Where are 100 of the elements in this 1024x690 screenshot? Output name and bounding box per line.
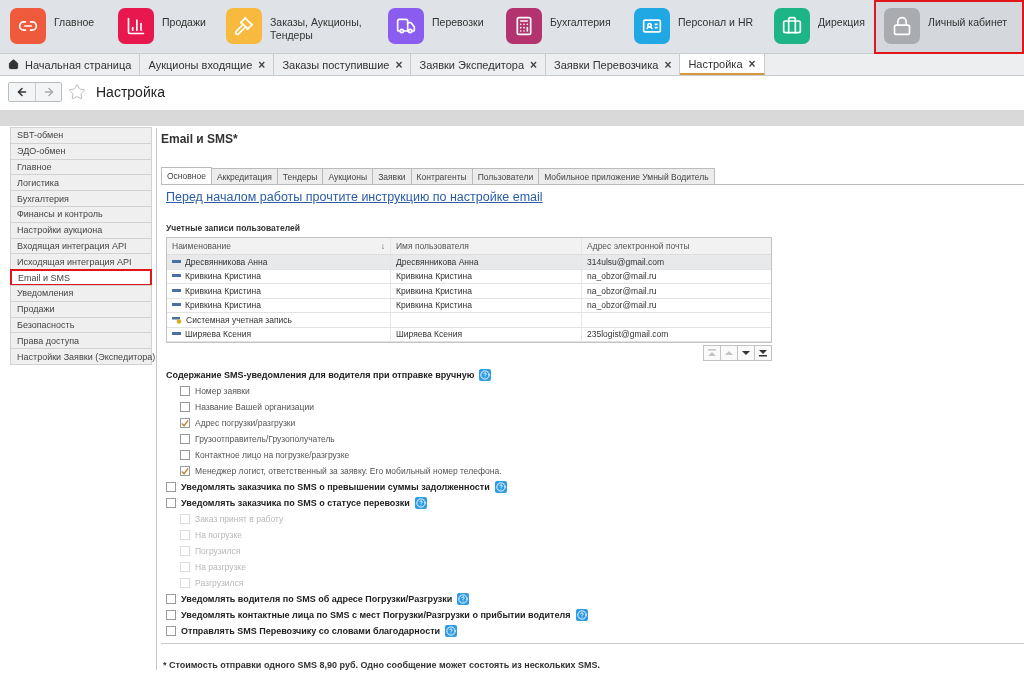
table-cell: Дресвянникова Анна xyxy=(185,256,268,267)
down-arrow-icon xyxy=(741,349,751,357)
table-cell: Кривкина Кристина xyxy=(396,300,472,311)
help-icon[interactable] xyxy=(494,481,507,493)
form-tab[interactable]: Контрагенты xyxy=(410,168,473,184)
section-tile[interactable]: Бухгалтерия xyxy=(496,0,624,54)
help-icon[interactable] xyxy=(479,369,492,381)
star-icon[interactable] xyxy=(68,83,86,101)
back-button[interactable] xyxy=(9,83,35,101)
section-label: Заказы, Аукционы, Тендеры xyxy=(270,15,363,42)
checkbox[interactable] xyxy=(166,626,176,636)
table-row[interactable]: Дресвянникова Анна Дресвянникова Анна 314ulsu@gmail.com xyxy=(167,255,771,270)
checkbox-label: Грузоотправитель/Грузополучатель xyxy=(195,434,335,444)
section-label: Личный кабинет xyxy=(928,15,1007,29)
checkbox[interactable] xyxy=(180,418,190,428)
section-tile[interactable]: Продажи xyxy=(108,0,216,54)
page-tab[interactable]: Начальная страница xyxy=(0,54,141,75)
down-button[interactable] xyxy=(737,345,755,361)
table-cell: Кривкина Кристина xyxy=(396,285,472,296)
table-cell: Кривкина Кристина xyxy=(185,300,261,311)
table-cell: Ширяева Ксения xyxy=(185,329,251,340)
table-row[interactable]: Кривкина Кристина Кривкина Кристина na_obzor@mail.ru xyxy=(167,284,771,299)
checkbox[interactable] xyxy=(180,466,190,476)
section-heading: Содержание SMS-уведомления для водителя при отправке вручную xyxy=(166,370,475,380)
table-cell: Кривкина Кристина xyxy=(185,271,261,282)
last-button[interactable] xyxy=(754,345,772,361)
form-tab[interactable]: Мобильное приложение Умный Водитель xyxy=(538,168,715,184)
section-heading: Учетные записи пользователей xyxy=(166,223,301,233)
table-row[interactable]: Системная учетная запись xyxy=(167,313,771,328)
help-icon[interactable] xyxy=(414,497,427,509)
column-header[interactable]: Наименование ↓ xyxy=(167,238,390,254)
table-cell: na_obzor@mail.ru xyxy=(587,271,657,282)
form-tab[interactable]: Заявки xyxy=(372,168,412,184)
form-tab[interactable]: Тендеры xyxy=(276,168,324,184)
close-icon[interactable]: × xyxy=(530,57,538,72)
page-tab[interactable]: Настройка × xyxy=(680,54,765,75)
checkbox-label: Отправлять SMS Перевозчику со словами благодарности xyxy=(181,626,441,636)
checkbox[interactable] xyxy=(166,498,176,508)
help-icon[interactable] xyxy=(445,625,458,637)
checkbox[interactable] xyxy=(180,450,190,460)
checkbox-label: Разгрузился xyxy=(195,578,244,588)
section-tile[interactable]: Главное xyxy=(0,0,108,54)
checkbox[interactable] xyxy=(166,610,176,620)
table-cell: Ширяева Ксения xyxy=(396,329,462,340)
checkbox[interactable] xyxy=(180,402,190,412)
section-tile[interactable]: Перевозки xyxy=(378,0,496,54)
checkbox-label: Адрес погрузки/разгрузки xyxy=(195,418,296,428)
form-tab[interactable]: Аккредитация xyxy=(210,168,278,184)
close-icon[interactable]: × xyxy=(258,57,266,72)
section-label: Главное xyxy=(54,15,95,29)
section-label: Перевозки xyxy=(432,15,484,29)
section-label: Персонал и HR xyxy=(678,15,754,29)
table-cell: na_obzor@mail.ru xyxy=(587,300,657,311)
home-icon xyxy=(8,59,19,70)
section-tile[interactable]: Личный кабинет xyxy=(874,0,1024,54)
down-arrow-icon xyxy=(758,349,768,357)
form-tab[interactable]: Аукционы xyxy=(322,168,374,184)
table-cell: 314ulsu@gmail.com xyxy=(587,256,665,267)
section-tile[interactable]: Заказы, Аукционы, Тендеры xyxy=(216,0,378,54)
close-icon[interactable]: × xyxy=(748,56,756,71)
sidebar-item[interactable]: SBT-обмен xyxy=(10,127,152,144)
close-icon[interactable]: × xyxy=(664,57,672,72)
checkbox-label: Уведомлять заказчика по SMS о статусе перевозки xyxy=(181,498,410,508)
column-header[interactable]: Адрес электронной почты xyxy=(581,238,771,254)
instruction-link[interactable]: Перед началом работы прочтите инструкцию по настройке email xyxy=(166,190,543,204)
page-tab[interactable]: Аукционы входящие × xyxy=(140,54,275,75)
help-icon[interactable] xyxy=(575,609,588,621)
sidebar-item[interactable]: Бухгалтерия xyxy=(10,190,152,207)
table-cell: 235logist@gmail.com xyxy=(587,329,669,340)
checkbox-label: Уведомлять водителя по SMS об адресе Погрузки/Разгрузки xyxy=(181,594,453,604)
checkbox-label: Номер заявки xyxy=(195,386,250,396)
section-label: Бухгалтерия xyxy=(550,15,611,29)
form-tab[interactable]: Основное xyxy=(161,167,212,184)
checkbox[interactable] xyxy=(180,386,190,396)
checkbox-label: Уведомлять заказчика по SMS о превышении суммы задолженности xyxy=(181,482,490,492)
section-tile[interactable]: Персонал и HR xyxy=(624,0,764,54)
checkbox[interactable] xyxy=(166,482,176,492)
form-tab[interactable]: Пользователи xyxy=(471,168,540,184)
column-header[interactable]: Имя пользователя xyxy=(390,238,581,254)
checkbox-label: Погрузился xyxy=(195,546,241,556)
checkbox-label: Название Вашей организации xyxy=(195,402,314,412)
checkbox[interactable] xyxy=(166,594,176,604)
back-arrow-icon xyxy=(16,86,28,98)
section-tile[interactable]: Дирекция xyxy=(764,0,874,54)
up-arrow-icon xyxy=(724,349,734,357)
forward-arrow-icon xyxy=(42,86,55,98)
sidebar-item[interactable]: Email и SMS xyxy=(10,269,152,286)
checkbox-label: Уведомлять контактные лица по SMS с мест Погрузки/Разгрузки о прибытии водителя xyxy=(181,610,571,620)
page-tab[interactable]: Заявки Экспедитора × xyxy=(411,54,547,75)
sort-icon: ↓ xyxy=(380,241,385,251)
section-label: Дирекция xyxy=(818,15,865,29)
section-label: Продажи xyxy=(162,15,206,29)
close-icon[interactable]: × xyxy=(395,57,403,72)
checkbox-label: Заказ принят в работу xyxy=(195,514,284,524)
form-title: Email и SMS* xyxy=(161,132,239,148)
checkbox-label: Контактное лицо на погрузке/разгрузке xyxy=(195,450,350,460)
help-icon[interactable] xyxy=(457,593,470,605)
checkbox-label: Менеджер логист, ответственный за заявку. Его мобильный номер телефона. xyxy=(195,466,502,476)
checkbox[interactable] xyxy=(180,434,190,444)
page-tab[interactable]: Заказы поступившие × xyxy=(274,54,412,75)
